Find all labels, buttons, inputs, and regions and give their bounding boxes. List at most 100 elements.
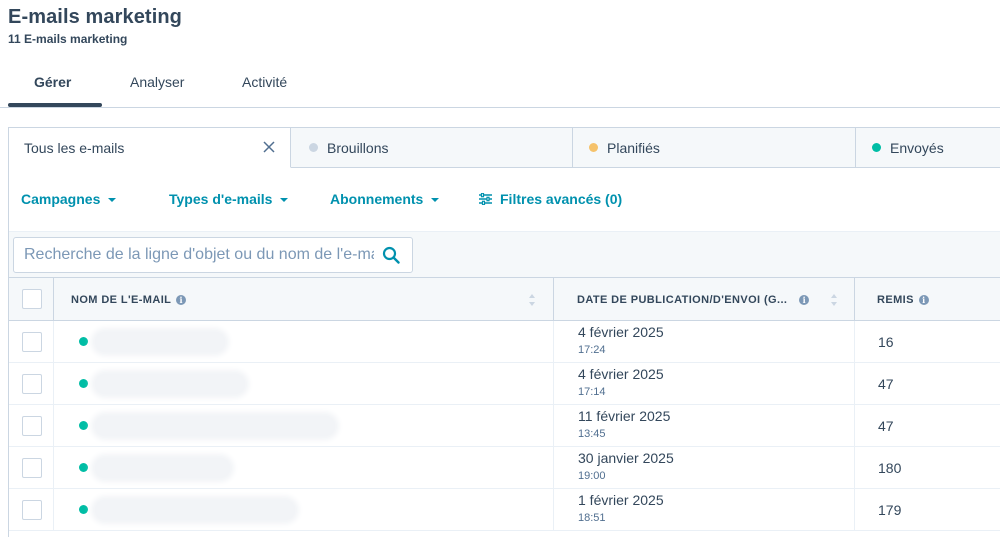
column-header-delivered[interactable]: REMIS i	[877, 278, 929, 321]
sent-status-dot	[872, 143, 881, 152]
delivered-count: 179	[878, 502, 902, 518]
email-name-redacted[interactable]	[95, 416, 335, 436]
sent-status-dot	[79, 421, 88, 430]
sent-status-dot	[79, 379, 88, 388]
close-icon[interactable]	[262, 140, 276, 154]
sort-icon[interactable]	[528, 293, 536, 307]
table-row[interactable]: 30 janvier 2025 19:00 180	[9, 447, 1000, 489]
column-header-name[interactable]: NOM DE L'E-MAIL i	[71, 278, 187, 321]
cell-divider	[553, 321, 554, 363]
chevron-down-icon	[108, 197, 117, 202]
cell-divider	[854, 363, 855, 405]
campaigns-filter[interactable]: Campagnes	[21, 191, 117, 207]
main-tabs: Gérer Analyser Activité	[0, 56, 1000, 108]
publish-time: 19:00	[578, 470, 606, 482]
cell-divider	[53, 489, 54, 531]
subscriptions-filter-label: Abonnements	[330, 191, 424, 207]
cell-divider	[553, 363, 554, 405]
view-tab-scheduled[interactable]: Planifiés	[573, 128, 856, 168]
draft-status-dot	[309, 143, 318, 152]
tab-gerer[interactable]: Gérer	[34, 74, 71, 90]
publish-date: 4 février 2025	[578, 366, 664, 382]
email-name-redacted[interactable]	[95, 458, 230, 478]
table-row[interactable]: 1 février 2025 18:51 179	[9, 489, 1000, 531]
column-header-date[interactable]: DATE DE PUBLICATION/D'ENVOI (G... i	[577, 278, 810, 321]
table-row[interactable]: 11 février 2025 13:45 47	[9, 405, 1000, 447]
filter-bar: Campagnes Types d'e-mails Abonnements Fi…	[9, 169, 1000, 231]
cell-divider	[854, 321, 855, 363]
search-strip	[9, 231, 1000, 277]
scheduled-status-dot	[589, 143, 598, 152]
info-icon[interactable]: i	[176, 294, 187, 305]
delivered-count: 16	[878, 334, 894, 350]
chevron-down-icon	[280, 197, 289, 202]
email-name-redacted[interactable]	[95, 500, 295, 520]
table-row[interactable]: 4 février 2025 17:24 16	[9, 321, 1000, 363]
sent-status-dot	[79, 463, 88, 472]
cell-divider	[553, 447, 554, 489]
info-icon[interactable]: i	[799, 294, 810, 305]
page-subtitle: 11 E-mails marketing	[8, 32, 128, 46]
search-icon[interactable]	[382, 246, 400, 264]
column-header-delivered-label: REMIS	[877, 293, 914, 306]
search-input[interactable]	[14, 238, 374, 272]
cell-divider	[553, 405, 554, 447]
column-header-name-label: NOM DE L'E-MAIL	[71, 293, 172, 306]
campaigns-filter-label: Campagnes	[21, 191, 101, 207]
publish-time: 13:45	[578, 428, 606, 440]
publish-date: 30 janvier 2025	[578, 450, 674, 466]
emails-panel: Tous les e-mails Brouillons Planifiés En…	[8, 127, 1000, 537]
sent-status-dot	[79, 337, 88, 346]
email-name-redacted[interactable]	[95, 374, 245, 394]
publish-time: 18:51	[578, 512, 606, 524]
cell-divider	[53, 321, 54, 363]
column-header-date-label: DATE DE PUBLICATION/D'ENVOI (G...	[577, 293, 788, 306]
cell-divider	[53, 447, 54, 489]
active-tab-indicator	[8, 103, 102, 107]
row-checkbox[interactable]	[22, 374, 42, 394]
delivered-count: 180	[878, 460, 902, 476]
tab-analyser[interactable]: Analyser	[130, 74, 184, 90]
delivered-count: 47	[878, 376, 894, 392]
sliders-icon	[479, 193, 492, 205]
sent-status-dot	[79, 505, 88, 514]
advanced-filters-label: Filtres avancés (0)	[500, 191, 623, 207]
view-tab-drafts[interactable]: Brouillons	[291, 128, 573, 168]
select-all-checkbox[interactable]	[22, 289, 42, 309]
view-tab-label: Planifiés	[607, 139, 660, 156]
view-tab-label: Envoyés	[890, 139, 944, 156]
page-title: E-mails marketing	[8, 6, 182, 28]
tab-activite[interactable]: Activité	[242, 74, 287, 90]
subscriptions-filter[interactable]: Abonnements	[330, 191, 440, 207]
row-checkbox[interactable]	[22, 500, 42, 520]
row-checkbox[interactable]	[22, 458, 42, 478]
cell-divider	[854, 405, 855, 447]
column-divider	[854, 278, 855, 322]
email-types-filter[interactable]: Types d'e-mails	[169, 191, 289, 207]
view-tab-sent[interactable]: Envoyés	[856, 128, 1000, 168]
cell-divider	[854, 489, 855, 531]
search-box	[13, 237, 413, 273]
publish-date: 4 février 2025	[578, 324, 664, 340]
info-icon[interactable]: i	[918, 294, 929, 305]
row-checkbox[interactable]	[22, 332, 42, 352]
publish-time: 17:24	[578, 344, 606, 356]
sort-icon[interactable]	[830, 293, 838, 307]
view-tab-label: Tous les e-mails	[24, 139, 125, 156]
publish-date: 1 février 2025	[578, 492, 664, 508]
row-checkbox[interactable]	[22, 416, 42, 436]
publish-time: 17:14	[578, 386, 606, 398]
email-name-redacted[interactable]	[95, 332, 225, 352]
publish-date: 11 février 2025	[578, 408, 671, 424]
column-divider	[53, 278, 54, 322]
cell-divider	[553, 489, 554, 531]
column-divider	[553, 278, 554, 322]
table-row[interactable]: 4 février 2025 17:14 47	[9, 363, 1000, 405]
chevron-down-icon	[431, 197, 440, 202]
cell-divider	[854, 447, 855, 489]
delivered-count: 47	[878, 418, 894, 434]
cell-divider	[53, 363, 54, 405]
advanced-filters-button[interactable]: Filtres avancés (0)	[479, 191, 622, 207]
view-tab-all-emails[interactable]: Tous les e-mails	[9, 128, 291, 168]
view-tab-label: Brouillons	[327, 139, 389, 156]
